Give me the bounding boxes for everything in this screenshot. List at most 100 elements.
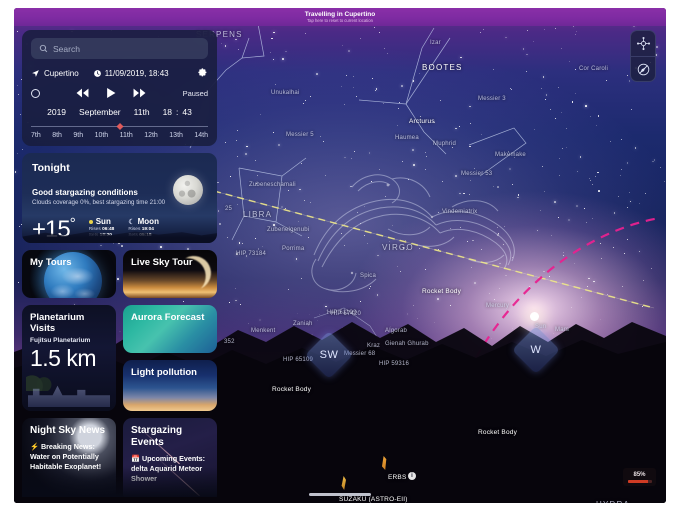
rewind-button[interactable] [76,88,89,98]
travelling-banner[interactable]: Travelling in Cupertino Tap here to rese… [14,8,666,26]
sky-object-label[interactable]: Cor Caroli [579,66,608,72]
settings-button[interactable] [197,67,208,80]
location-button[interactable]: Cupertino [31,69,79,78]
sky-object-label[interactable]: Vindemiatrix [442,209,477,215]
transport-controls: Paused [31,87,208,99]
sky-object-label[interactable]: Messier 53 [461,171,492,177]
date-scrubber[interactable]: 7th 8th 9th 10th 11th 12th 13th 14th [31,122,208,144]
sky-object-label[interactable]: Mercury [486,303,509,309]
sky-object-label[interactable]: LIBRA [243,210,272,219]
sky-object-label[interactable]: 352 [224,339,235,345]
sun-marker[interactable] [530,312,539,321]
sky-object-label[interactable]: 25 [225,206,232,212]
planetarium-subtitle: Fujitsu Planetarium [30,337,91,344]
sky-object-label[interactable]: Izar [430,40,441,46]
controls-panel: Search Cupertino 11/09/2019, 18:43 Pause… [22,30,217,146]
light-pollution-tile[interactable]: Light pollution [123,360,217,411]
scrubber-handle[interactable] [115,122,124,131]
moon-crescent-icon: ☾ [128,218,135,226]
sky-object-label[interactable]: Rocket Body [272,386,311,393]
time-separator: : [176,107,179,117]
moon-rise: Rises 19:04 [128,227,154,232]
minute-field[interactable]: 43 [182,107,191,117]
sky-object-label[interactable]: BOOTES [422,63,463,72]
sky-object-label[interactable]: HYDRA [596,500,630,503]
live-sky-tour-tile[interactable]: Live Sky Tour [123,250,217,298]
reset-time-button[interactable] [31,88,40,98]
datetime-button[interactable]: 11/09/2019, 18:43 [93,69,169,78]
sky-object-label[interactable]: VIRGO [382,243,414,252]
sky-controls [630,30,656,82]
sky-object-label[interactable]: Porrima [282,246,304,252]
scrubber-day[interactable]: 14th [194,132,208,139]
scrubber-day[interactable]: 10th [95,132,109,139]
moon-image [173,175,203,205]
gear-icon [198,68,207,77]
search-icon [39,44,48,53]
sky-object-label[interactable]: SUZAKU (ASTRO-EII) [339,496,408,503]
scrubber-day[interactable]: 9th [73,132,83,139]
month-field[interactable]: September [79,107,121,117]
location-name: Cupertino [44,69,79,78]
fast-forward-button[interactable] [133,88,146,98]
sky-object-label[interactable]: Algorab [385,328,407,334]
sky-object-label[interactable]: Rocket Body [478,429,517,436]
cards-list: Tonight Good stargazing conditions Cloud… [22,153,217,497]
scrubber-day[interactable]: 11th [120,132,133,139]
home-indicator[interactable] [309,492,371,496]
sky-object-label[interactable]: Unukalhai [271,90,299,96]
scrubber-day[interactable]: 7th [31,132,41,139]
moon-title: ☾ Moon [128,217,159,226]
calibrate-compass-button[interactable] [631,31,655,56]
sky-object-label[interactable]: Rocket Body [422,288,461,295]
sky-object-label[interactable]: Zubenelgenubi [267,227,309,233]
sky-object-label[interactable]: HIP 73184 [236,251,266,257]
hour-field[interactable]: 18 [163,107,172,117]
aurora-label: Aurora Forecast [131,312,205,323]
sidebar-bottom-fade [22,467,217,497]
news-title: Night Sky News [30,425,106,436]
sky-object-label[interactable]: Messier 3 [478,96,506,102]
tonight-card[interactable]: Tonight Good stargazing conditions Cloud… [22,153,217,243]
compass-slashed-icon [637,63,649,75]
play-button[interactable] [106,87,116,99]
compass-marker-sw: SW [304,330,354,380]
sky-object-label[interactable]: Spica [360,273,376,279]
sky-object-label[interactable]: Kraz [367,343,380,349]
light-pollution-label: Light pollution [131,367,197,378]
playback-state: Paused [182,88,208,98]
year-field[interactable]: 2019 [47,107,66,117]
sky-object-label[interactable]: Haumea [395,135,419,141]
compass-marker-w: W [511,325,561,375]
battery-percent: 85% [633,471,646,478]
planetarium-visits-tile[interactable]: Planetarium Visits Fujitsu Planetarium 1… [22,305,116,411]
sky-object-label[interactable]: ERBS [388,474,407,481]
date-time-fields: 2019 September 11th 18 : 43 [31,107,208,117]
scrubber-day[interactable]: 12th [144,132,158,139]
banner-subtitle: Tap here to reset to current location [307,17,373,23]
sky-object-label[interactable]: Muphrid [433,141,456,147]
sky-object-label[interactable]: Menkent [251,328,275,334]
stargazing-app-window: i SERPENS BOOTES Izar Cor Caroli Unukalhai Me… [14,8,666,503]
sky-object-label[interactable]: Zubeneschamali [249,182,296,188]
search-placeholder: Search [53,43,80,54]
day-field[interactable]: 11th [134,107,150,117]
aurora-forecast-tile[interactable]: Aurora Forecast [123,305,217,353]
my-tours-tile[interactable]: My Tours [22,250,116,298]
sky-object-label[interactable]: HIP 67420 [331,311,361,317]
erbs-info-icon[interactable]: i [408,472,416,480]
search-input[interactable]: Search [31,38,208,59]
trees-art [26,375,56,391]
planetarium-distance: 1.5 km [30,345,97,371]
sky-object-label[interactable]: Messier 5 [286,132,314,138]
sky-object-label[interactable]: Gienah Ghurab [385,341,429,347]
sky-object-label[interactable]: Mars [555,327,569,333]
scrubber-day[interactable]: 13th [169,132,183,139]
scrubber-day[interactable]: 8th [52,132,62,139]
sky-object-label[interactable]: Makemake [495,152,526,158]
planetarium-title: Planetarium Visits [30,312,85,334]
sky-object-label[interactable]: Zaniah [293,321,313,327]
sky-object-label[interactable]: HIP 59316 [379,361,409,367]
sky-object-label[interactable]: Arcturus [409,118,435,125]
disable-location-button[interactable] [631,56,655,81]
